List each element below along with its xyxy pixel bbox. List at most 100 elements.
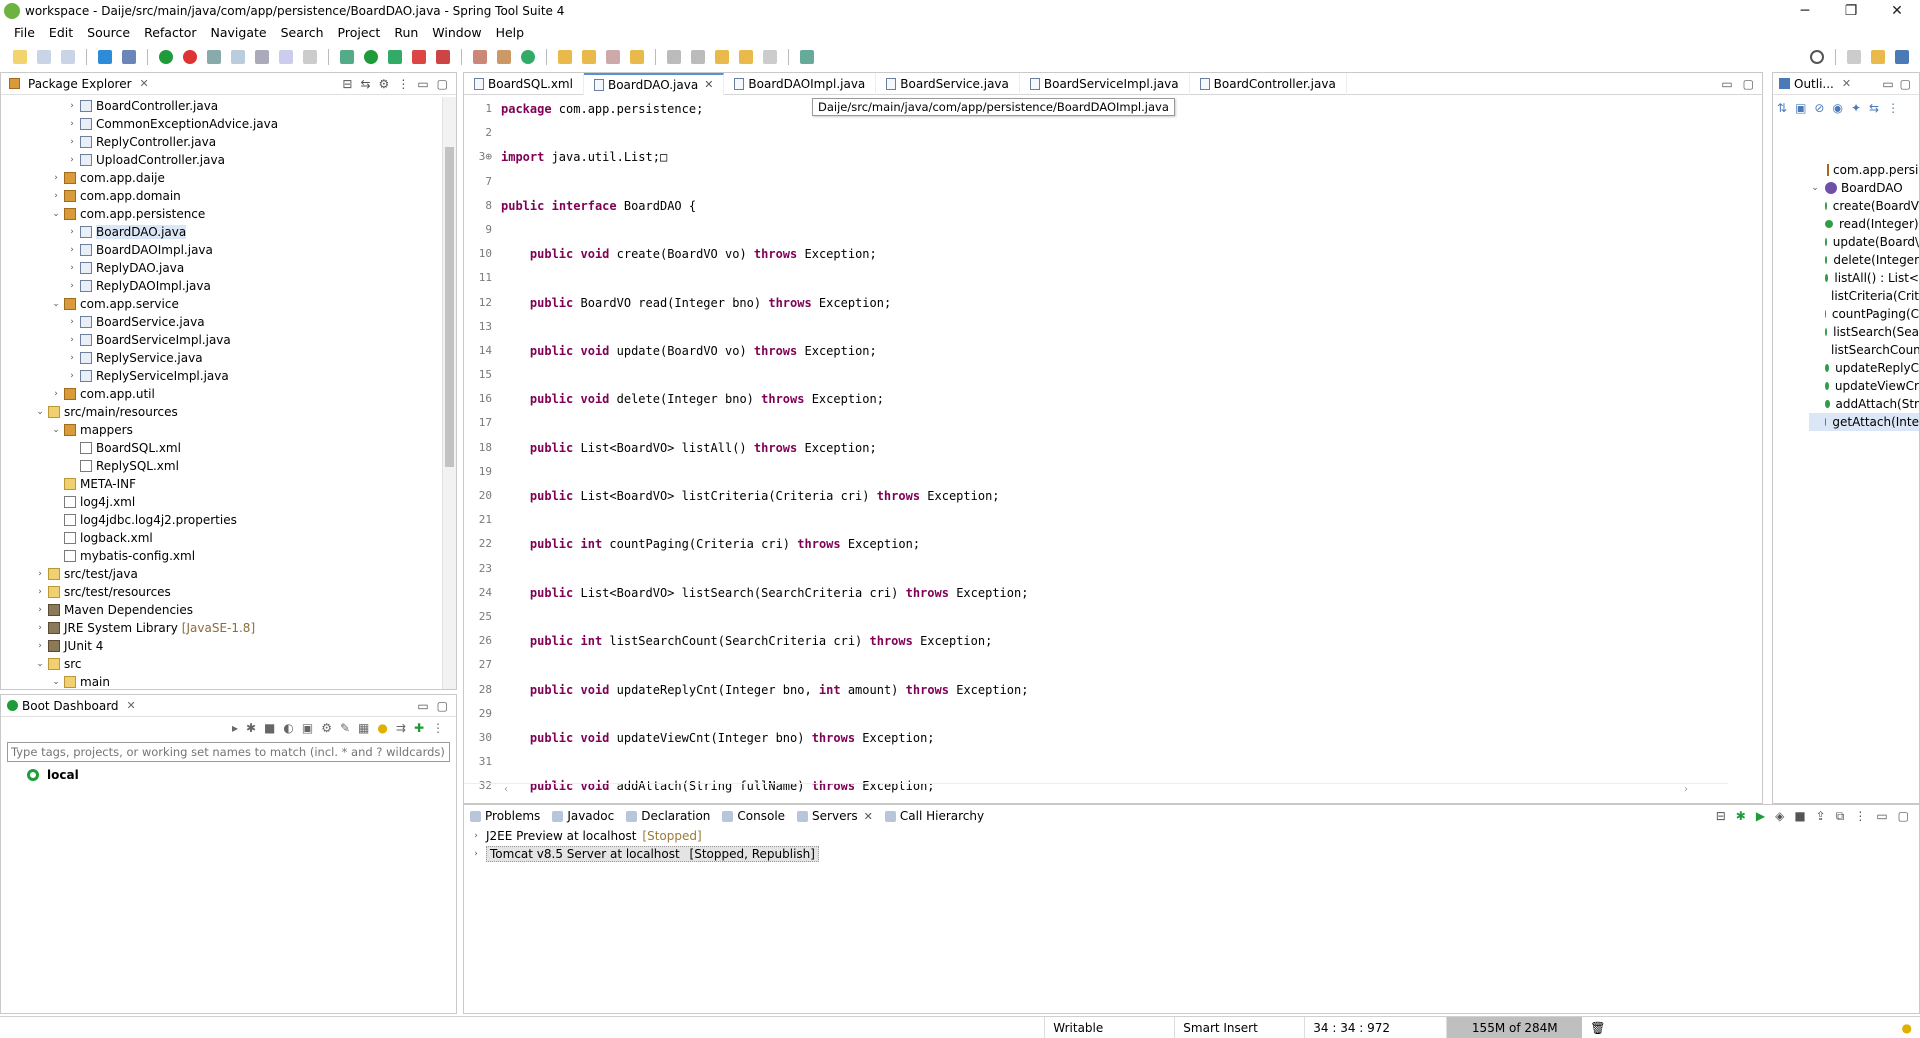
code-line[interactable]: 18 public List<BoardVO> listAll() throws… bbox=[464, 436, 1728, 460]
view-menu-icon[interactable]: ⋮ bbox=[397, 77, 409, 91]
code-line[interactable]: 17 bbox=[464, 411, 1728, 435]
outline-method[interactable]: delete(Integer bbox=[1809, 251, 1919, 269]
tree-item[interactable]: ReplySQL.xml bbox=[2, 457, 440, 475]
tree-item[interactable]: › Maven Dependencies bbox=[2, 601, 440, 619]
expand-twisty-icon[interactable]: › bbox=[34, 605, 46, 615]
tree-item[interactable]: log4jdbc.log4j2.properties bbox=[2, 511, 440, 529]
relaunch-icon[interactable] bbox=[183, 50, 197, 64]
forward-icon[interactable] bbox=[763, 50, 777, 64]
pin-editor-icon[interactable] bbox=[800, 50, 814, 64]
code-line[interactable]: 8 public interface BoardDAO { bbox=[464, 194, 1728, 218]
heap-status[interactable]: 155M of 284M bbox=[1446, 1016, 1583, 1038]
tree-item[interactable]: logback.xml bbox=[2, 529, 440, 547]
minimize-button[interactable]: ─ bbox=[1782, 0, 1828, 22]
stop-server-icon[interactable]: ■ bbox=[1794, 809, 1805, 824]
code-line[interactable]: 11 bbox=[464, 266, 1728, 290]
menu-source[interactable]: Source bbox=[80, 25, 137, 40]
link-editor-icon[interactable]: ⇆ bbox=[1869, 101, 1879, 149]
code-line[interactable]: 30 public void updateViewCnt(Integer bno… bbox=[464, 726, 1728, 750]
expand-twisty-icon[interactable]: › bbox=[50, 173, 62, 183]
scroll-right-icon[interactable]: › bbox=[1684, 784, 1688, 797]
run-icon[interactable] bbox=[364, 50, 378, 64]
link-editor-icon[interactable]: ⇆ bbox=[360, 77, 370, 91]
tree-item[interactable]: › ReplyService.java bbox=[2, 349, 440, 367]
minimize-view-icon[interactable]: ▭ bbox=[1876, 809, 1887, 824]
tab-boardservice-java[interactable]: BoardService.java bbox=[876, 72, 1020, 95]
collapse-all-icon[interactable]: ⊟ bbox=[1716, 809, 1726, 824]
tree-item[interactable]: › BoardDAO.java bbox=[2, 223, 440, 241]
tree-item[interactable]: › UploadController.java bbox=[2, 151, 440, 169]
open-console-icon[interactable]: ▣ bbox=[302, 721, 313, 735]
tree-item[interactable]: ⌄ mappers bbox=[2, 421, 440, 439]
code-line[interactable]: 10 public void create(BoardVO vo) throws… bbox=[464, 242, 1728, 266]
expand-twisty-icon[interactable]: › bbox=[66, 335, 78, 345]
maximize-view-icon[interactable]: ▢ bbox=[1898, 809, 1909, 824]
expand-twisty-icon[interactable]: › bbox=[34, 623, 46, 633]
code-line[interactable]: 19 bbox=[464, 460, 1728, 484]
expand-twisty-icon[interactable]: ⌄ bbox=[50, 209, 62, 219]
expand-twisty-icon[interactable]: › bbox=[66, 245, 78, 255]
outline-method[interactable]: addAttach(Str bbox=[1809, 395, 1919, 413]
tab-boardcontroller-java[interactable]: BoardController.java bbox=[1190, 72, 1347, 95]
tree-item[interactable]: ⌄ src bbox=[2, 655, 440, 673]
menu-file[interactable]: File bbox=[7, 25, 42, 40]
profile-server-icon[interactable]: ◈ bbox=[1775, 809, 1784, 824]
expand-twisty-icon[interactable]: › bbox=[470, 849, 482, 859]
outline-method[interactable]: update(Board\ bbox=[1809, 233, 1919, 251]
sort-icon[interactable]: ⇅ bbox=[1777, 101, 1787, 149]
boot-dashboard-title[interactable]: Boot Dashboard bbox=[22, 699, 119, 713]
tree-item[interactable]: META-INF bbox=[2, 475, 440, 493]
tree-item[interactable]: › src/test/java bbox=[2, 565, 440, 583]
hide-static-icon[interactable]: ⊘ bbox=[1814, 101, 1824, 149]
expand-twisty-icon[interactable]: › bbox=[50, 389, 62, 399]
code-line[interactable]: 2 bbox=[464, 121, 1728, 145]
close-view-icon[interactable]: ✕ bbox=[127, 699, 136, 712]
menu-project[interactable]: Project bbox=[331, 25, 388, 40]
tree-item[interactable]: ⌄ src/main/resources bbox=[2, 403, 440, 421]
boot-filter-input[interactable] bbox=[7, 742, 450, 762]
scroll-left-icon[interactable]: ‹ bbox=[504, 784, 508, 797]
new-package-icon[interactable] bbox=[497, 50, 511, 64]
menu-help[interactable]: Help bbox=[489, 25, 532, 40]
outline-class[interactable]: ⌄ BoardDAO bbox=[1809, 179, 1919, 197]
menu-refactor[interactable]: Refactor bbox=[137, 25, 203, 40]
minimize-view-icon[interactable]: ▭ bbox=[417, 699, 428, 713]
insert-mode-status[interactable]: Smart Insert bbox=[1174, 1016, 1304, 1038]
terminal-icon[interactable] bbox=[98, 50, 112, 64]
tip-lightbulb-icon[interactable]: ● bbox=[1894, 1017, 1920, 1038]
tree-item[interactable]: › ReplyDAO.java bbox=[2, 259, 440, 277]
close-tab-icon[interactable]: ✕ bbox=[864, 810, 873, 823]
menu-navigate[interactable]: Navigate bbox=[204, 25, 274, 40]
code-line[interactable]: 12 public BoardVO read(Integer bno) thro… bbox=[464, 291, 1728, 315]
code-line[interactable]: 24 public List<BoardVO> listSearch(Searc… bbox=[464, 581, 1728, 605]
tree-item[interactable]: ⌄ com.app.service bbox=[2, 295, 440, 313]
back-icon[interactable] bbox=[739, 50, 753, 64]
minimize-view-icon[interactable]: ▭ bbox=[1721, 77, 1732, 91]
tree-item[interactable]: › CommonExceptionAdvice.java bbox=[2, 115, 440, 133]
tab-declaration[interactable]: Declaration bbox=[620, 809, 716, 823]
save-all-icon[interactable] bbox=[61, 50, 75, 64]
expand-twisty-icon[interactable]: › bbox=[66, 155, 78, 165]
outline-method[interactable]: updateViewCr bbox=[1809, 377, 1919, 395]
next-annotation-icon[interactable] bbox=[667, 50, 681, 64]
lightbulb-icon[interactable]: ● bbox=[377, 721, 387, 735]
stop-icon[interactable] bbox=[412, 50, 426, 64]
expand-twisty-icon[interactable]: › bbox=[50, 191, 62, 201]
code-line[interactable]: 3⊕ import java.util.List;□ bbox=[464, 145, 1728, 169]
local-target-row[interactable]: local bbox=[1, 765, 456, 785]
coverage-icon[interactable] bbox=[388, 50, 402, 64]
search-toolbar-icon[interactable] bbox=[606, 50, 620, 64]
cursor-position-status[interactable]: 34 : 34 : 972 bbox=[1304, 1016, 1434, 1038]
expand-twisty-icon[interactable]: › bbox=[66, 119, 78, 129]
hide-fields-icon[interactable]: ▣ bbox=[1795, 101, 1806, 149]
code-line[interactable]: 22 public int countPaging(Criteria cri) … bbox=[464, 532, 1728, 556]
tree-item[interactable]: › com.app.util bbox=[2, 385, 440, 403]
tab-problems[interactable]: Problems bbox=[464, 809, 546, 823]
expand-twisty-icon[interactable]: ⌄ bbox=[50, 299, 62, 309]
expand-twisty-icon[interactable]: › bbox=[66, 101, 78, 111]
new-class-icon[interactable] bbox=[521, 50, 535, 64]
menu-window[interactable]: Window bbox=[425, 25, 488, 40]
tab-boardsql-xml[interactable]: BoardSQL.xml bbox=[464, 72, 584, 95]
close-view-icon[interactable]: ✕ bbox=[140, 77, 149, 90]
tab-boardserviceimpl-java[interactable]: BoardServiceImpl.java bbox=[1020, 72, 1190, 95]
